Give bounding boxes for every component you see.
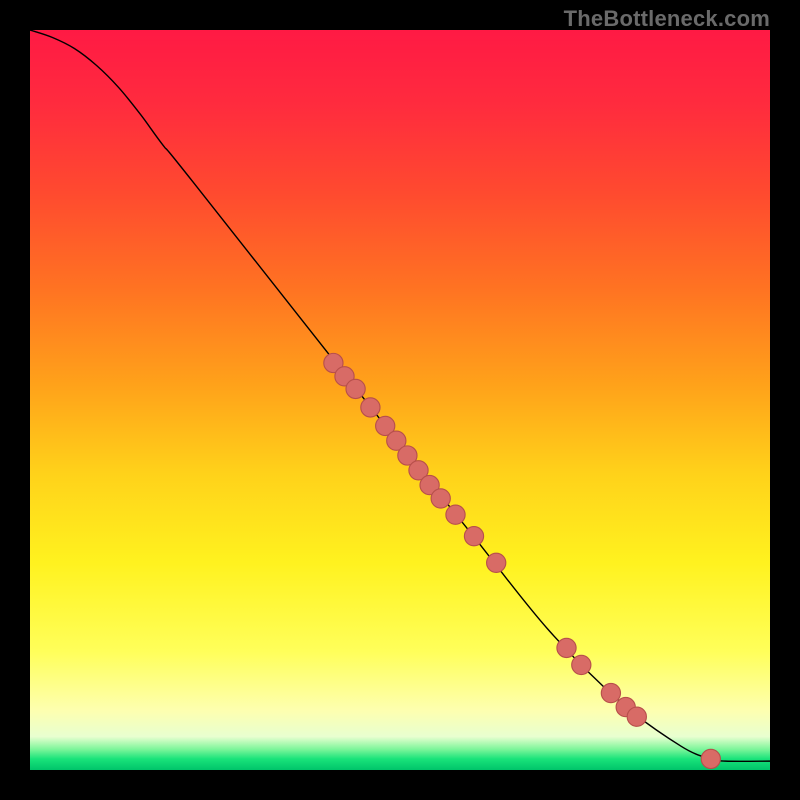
data-point <box>361 398 380 417</box>
data-point <box>487 553 506 572</box>
chart-frame: TheBottleneck.com <box>0 0 800 800</box>
data-point <box>601 683 620 702</box>
data-point <box>557 638 576 657</box>
data-point <box>627 707 646 726</box>
data-point <box>346 379 365 398</box>
data-point <box>431 489 450 508</box>
chart-plot <box>30 30 770 770</box>
data-point <box>446 505 465 524</box>
background-gradient <box>30 30 770 770</box>
data-point <box>572 655 591 674</box>
watermark-text: TheBottleneck.com <box>564 6 770 32</box>
data-point <box>701 749 720 768</box>
data-point <box>464 527 483 546</box>
